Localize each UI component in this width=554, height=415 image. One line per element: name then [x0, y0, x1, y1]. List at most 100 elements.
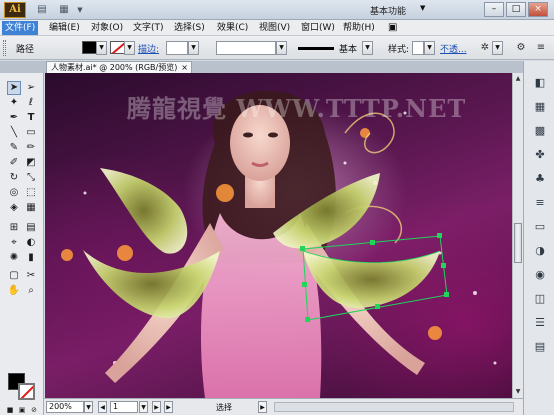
shape-builder-tool-icon[interactable]: ◈ [7, 201, 21, 215]
magic-wand-tool-icon[interactable]: ✦ [7, 96, 21, 110]
blend-tool-icon[interactable]: ◐ [24, 236, 38, 250]
first-page-icon[interactable]: ◀ [98, 401, 107, 413]
swatches-panel-icon[interactable]: ▩ [532, 123, 548, 139]
page-field[interactable]: 1 [110, 401, 138, 413]
stroke-swatch[interactable] [18, 383, 35, 400]
isolate-icon[interactable]: ⚙ [514, 41, 528, 55]
minimize-button[interactable]: – [484, 2, 504, 17]
vertical-scrollbar[interactable]: ▲ ▼ [512, 73, 523, 398]
pencil-tool-icon[interactable]: ✏ [24, 141, 38, 155]
warp-tool-icon[interactable]: ◎ [7, 186, 21, 200]
pen-tool-icon[interactable]: ✒ [7, 111, 21, 125]
scroll-up-icon[interactable]: ▲ [514, 74, 522, 83]
recolor-dropdown-icon[interactable]: ▼ [492, 41, 503, 55]
appearance-panel-icon[interactable]: ◉ [532, 267, 548, 283]
opacity-panel-link[interactable]: 不透... [440, 42, 467, 55]
app-logo: Ai [4, 2, 26, 18]
scale-tool-icon[interactable]: ⤡ [24, 171, 38, 185]
zoom-dropdown-icon[interactable]: ▼ [84, 401, 93, 413]
blob-brush-tool-icon[interactable]: ✐ [7, 156, 21, 170]
gradient-panel-icon[interactable]: ▭ [532, 219, 548, 235]
rectangle-tool-icon[interactable]: ▭ [24, 126, 38, 140]
current-tool-label: 选择 [216, 403, 232, 412]
none-mode-icon[interactable]: ⊘ [27, 403, 41, 415]
recolor-icon[interactable]: ✲ [478, 41, 492, 55]
style-swatch[interactable] [412, 41, 424, 55]
menu-effect[interactable]: 效果(C) [214, 21, 251, 35]
paintbrush-tool-icon[interactable]: ✎ [7, 141, 21, 155]
line-tool-icon[interactable]: ╲ [7, 126, 21, 140]
maximize-button[interactable]: □ [506, 2, 526, 17]
stroke-panel-link[interactable]: 描边: [138, 42, 159, 55]
zoom-tool-icon[interactable]: ⌕ [24, 284, 38, 298]
document-tab[interactable]: 人物素材.ai* @ 200% (RGB/预览) × [46, 61, 192, 73]
hand-tool-icon[interactable]: ✋ [7, 284, 21, 298]
close-button[interactable]: × [528, 2, 548, 17]
fill-color-swatch[interactable] [82, 41, 97, 54]
artboard-canvas[interactable]: 腾龍視覺 WWW.TTTP.NET [45, 73, 512, 398]
style-label: 样式: [388, 45, 410, 55]
stroke-weight-dropdown-icon[interactable]: ▼ [188, 41, 199, 55]
brush-dropdown-icon[interactable]: ▼ [362, 41, 373, 55]
panel-menu-icon[interactable]: ≡ [534, 41, 548, 55]
layers-panel-icon[interactable]: ☰ [532, 315, 548, 331]
menu-view[interactable]: 视图(V) [256, 21, 293, 35]
menu-object[interactable]: 对象(O) [88, 21, 126, 35]
horizontal-scrollbar[interactable] [274, 402, 514, 412]
color-guide-icon[interactable]: ▦ [532, 99, 548, 115]
menu-edit[interactable]: 编辑(E) [46, 21, 83, 35]
column-graph-tool-icon[interactable]: ▮ [24, 251, 38, 265]
symbols-panel-icon[interactable]: ♣ [532, 171, 548, 187]
selection-tool-icon[interactable]: ➤ [7, 81, 21, 95]
lasso-tool-icon[interactable]: ℓ [24, 96, 38, 110]
stroke-panel-icon[interactable]: ≡ [532, 195, 548, 211]
grip-handle[interactable] [3, 40, 6, 56]
stroke-color-swatch[interactable] [110, 41, 125, 54]
bridge-icon[interactable]: ▤ [34, 3, 50, 17]
artboard-tool-icon[interactable]: ▢ [7, 269, 21, 283]
transparency-panel-icon[interactable]: ◑ [532, 243, 548, 259]
menu-type[interactable]: 文字(T) [130, 21, 167, 35]
type-tool-icon[interactable]: T [24, 111, 38, 125]
workspace-switcher[interactable]: 基本功能 [370, 4, 406, 17]
close-tab-icon[interactable]: × [181, 62, 188, 73]
next-page-icon[interactable]: ▶ [152, 401, 161, 413]
workspace-chevron-icon[interactable]: ▼ [420, 4, 425, 12]
symbol-sprayer-tool-icon[interactable]: ✺ [7, 251, 21, 265]
style-dropdown-icon[interactable]: ▼ [424, 41, 435, 55]
variable-width-select[interactable] [216, 41, 276, 55]
brushes-panel-icon[interactable]: ✤ [532, 147, 548, 163]
menu-window[interactable]: 窗口(W) [298, 21, 338, 35]
menu-file[interactable]: 文件(F) [2, 21, 39, 35]
rotate-tool-icon[interactable]: ↻ [7, 171, 21, 185]
stroke-dropdown-icon[interactable]: ▼ [124, 41, 135, 55]
slice-tool-icon[interactable]: ✂ [24, 269, 38, 283]
status-bar: 200% ▼ ◀ 1 ▼ ▶ ▶ 选择 ▶ [44, 398, 523, 415]
panel-toggle-icon[interactable]: ▣ [385, 21, 400, 35]
eyedropper-tool-icon[interactable]: ⌖ [7, 236, 21, 250]
scroll-down-icon[interactable]: ▼ [514, 387, 522, 396]
perspective-grid-tool-icon[interactable]: ▦ [24, 201, 38, 215]
artboards-panel-icon[interactable]: ▤ [532, 339, 548, 355]
color-panel-icon[interactable]: ◧ [532, 75, 548, 91]
stroke-weight-field[interactable] [166, 41, 188, 55]
status-menu-icon[interactable]: ▶ [258, 401, 267, 413]
title-bar: Ai ▤ ▦ ▼ 基本功能 ▼ – □ × [0, 0, 554, 20]
zoom-field[interactable]: 200% [46, 401, 84, 413]
eraser-tool-icon[interactable]: ◩ [24, 156, 38, 170]
variable-width-dropdown-icon[interactable]: ▼ [276, 41, 287, 55]
selection-type-label: 路径 [16, 45, 35, 55]
free-transform-tool-icon[interactable]: ⬚ [24, 186, 38, 200]
gradient-tool-icon[interactable]: ▤ [24, 221, 38, 235]
arrange-docs-icon[interactable]: ▦ [56, 3, 72, 17]
page-dropdown-icon[interactable]: ▼ [139, 401, 148, 413]
fill-dropdown-icon[interactable]: ▼ [96, 41, 107, 55]
graphic-styles-panel-icon[interactable]: ◫ [532, 291, 548, 307]
chevron-down-icon[interactable]: ▼ [72, 3, 88, 17]
direct-selection-tool-icon[interactable]: ➢ [24, 81, 38, 95]
mesh-tool-icon[interactable]: ⊞ [7, 221, 21, 235]
menu-select[interactable]: 选择(S) [171, 21, 208, 35]
menu-help[interactable]: 帮助(H) [340, 21, 378, 35]
last-page-icon[interactable]: ▶ [164, 401, 173, 413]
vertical-scroll-thumb[interactable] [514, 223, 522, 263]
